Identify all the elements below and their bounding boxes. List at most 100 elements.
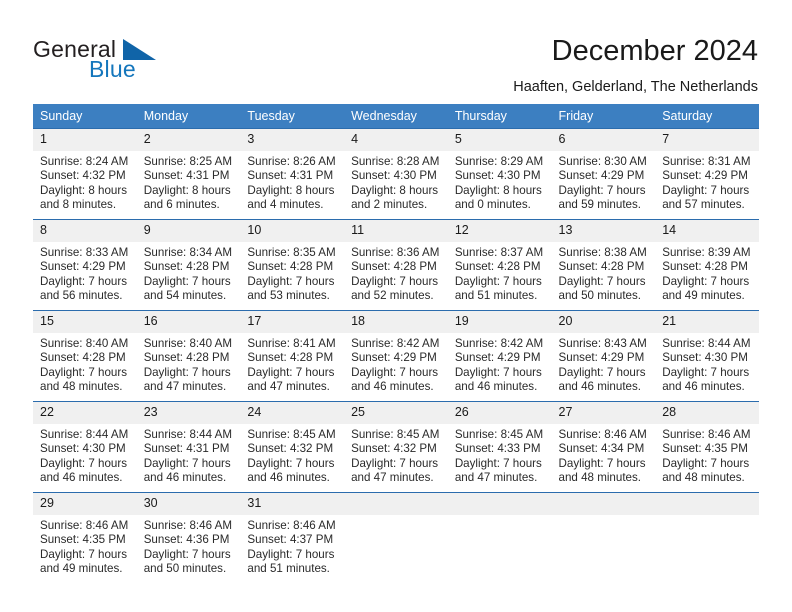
day-details: Sunrise: 8:39 AM Sunset: 4:28 PM Dayligh… — [655, 242, 759, 304]
daylight-text-line1: Daylight: 8 hours — [40, 183, 127, 197]
logo-text-blue: Blue — [89, 56, 136, 82]
calendar-day-cell[interactable]: 12 Sunrise: 8:37 AM Sunset: 4:28 PM Dayl… — [447, 219, 552, 311]
daylight-text-line1: Daylight: 7 hours — [247, 547, 335, 561]
daylight-text-line1: Daylight: 7 hours — [558, 365, 646, 379]
sunset-text: Sunset: 4:35 PM — [40, 533, 126, 547]
calendar-day-cell[interactable]: 17 Sunrise: 8:41 AM Sunset: 4:28 PM Dayl… — [240, 310, 345, 402]
day-details: Sunrise: 8:31 AM Sunset: 4:29 PM Dayligh… — [655, 151, 759, 213]
sunrise-text: Sunrise: 8:38 AM — [558, 246, 647, 259]
calendar-day-cell[interactable]: 15 Sunrise: 8:40 AM Sunset: 4:28 PM Dayl… — [33, 310, 137, 402]
sunrise-text: Sunrise: 8:46 AM — [558, 428, 647, 441]
sunset-text: Sunset: 4:35 PM — [662, 442, 748, 456]
day-details: Sunrise: 8:45 AM Sunset: 4:33 PM Dayligh… — [448, 424, 552, 486]
day-number: 14 — [655, 220, 759, 242]
calendar-page: General Blue December 2024 Haaften, Geld… — [0, 0, 792, 612]
daylight-text-line2: and 47 minutes. — [143, 380, 227, 394]
calendar-day-cell[interactable]: 8 Sunrise: 8:33 AM Sunset: 4:29 PM Dayli… — [33, 219, 137, 311]
calendar-day-cell[interactable]: 2 Sunrise: 8:25 AM Sunset: 4:31 PM Dayli… — [136, 128, 241, 220]
sunrise-text: Sunrise: 8:39 AM — [662, 246, 751, 259]
page-header: General Blue December 2024 Haaften, Geld… — [0, 0, 792, 98]
calendar-day-cell[interactable]: 21 Sunrise: 8:44 AM Sunset: 4:30 PM Dayl… — [655, 310, 759, 402]
daylight-text-line2: and 49 minutes. — [40, 562, 123, 576]
calendar-day-cell[interactable]: 20 Sunrise: 8:43 AM Sunset: 4:29 PM Dayl… — [551, 310, 656, 402]
daylight-text-line2: and 48 minutes. — [662, 471, 745, 485]
day-details: Sunrise: 8:42 AM Sunset: 4:29 PM Dayligh… — [344, 333, 448, 395]
general-blue-logo[interactable]: General Blue — [33, 36, 243, 90]
weekday-header-saturday: Saturday — [655, 104, 759, 129]
calendar-day-cell[interactable]: 19 Sunrise: 8:42 AM Sunset: 4:29 PM Dayl… — [447, 310, 552, 402]
day-number — [344, 493, 448, 515]
calendar-day-cell[interactable]: 27 Sunrise: 8:46 AM Sunset: 4:34 PM Dayl… — [551, 401, 656, 493]
daylight-text-line1: Daylight: 7 hours — [351, 456, 439, 470]
calendar-day-cell[interactable]: 7 Sunrise: 8:31 AM Sunset: 4:29 PM Dayli… — [655, 128, 759, 220]
calendar-day-cell[interactable]: 30 Sunrise: 8:46 AM Sunset: 4:36 PM Dayl… — [136, 492, 241, 583]
calendar-day-cell[interactable]: 24 Sunrise: 8:45 AM Sunset: 4:32 PM Dayl… — [240, 401, 345, 493]
daylight-text-line1: Daylight: 7 hours — [662, 365, 750, 379]
calendar-day-cell[interactable]: 1 Sunrise: 8:24 AM Sunset: 4:32 PM Dayli… — [33, 128, 137, 220]
calendar-day-cell[interactable]: 3 Sunrise: 8:26 AM Sunset: 4:31 PM Dayli… — [240, 128, 345, 220]
daylight-text-line1: Daylight: 7 hours — [454, 274, 542, 288]
sunrise-text: Sunrise: 8:31 AM — [662, 155, 751, 168]
day-details: Sunrise: 8:38 AM Sunset: 4:28 PM Dayligh… — [552, 242, 656, 304]
day-number: 19 — [447, 311, 552, 333]
calendar-day-cell[interactable]: 18 Sunrise: 8:42 AM Sunset: 4:29 PM Dayl… — [344, 310, 448, 402]
daylight-text-line2: and 50 minutes. — [558, 289, 642, 303]
daylight-text-line2: and 0 minutes. — [454, 198, 531, 212]
day-number: 27 — [551, 402, 656, 424]
sunset-text: Sunset: 4:30 PM — [454, 169, 541, 183]
daylight-text-line1: Daylight: 7 hours — [351, 274, 439, 288]
daylight-text-line1: Daylight: 7 hours — [247, 365, 335, 379]
calendar-day-cell[interactable]: 28 Sunrise: 8:46 AM Sunset: 4:35 PM Dayl… — [655, 401, 759, 493]
weekday-header-sunday: Sunday — [33, 104, 137, 129]
daylight-text-line2: and 47 minutes. — [247, 380, 330, 394]
calendar-day-cell[interactable]: 25 Sunrise: 8:45 AM Sunset: 4:32 PM Dayl… — [344, 401, 448, 493]
day-details: Sunrise: 8:28 AM Sunset: 4:30 PM Dayligh… — [344, 151, 448, 213]
calendar-day-cell[interactable]: 16 Sunrise: 8:40 AM Sunset: 4:28 PM Dayl… — [136, 310, 241, 402]
day-details: Sunrise: 8:46 AM Sunset: 4:36 PM Dayligh… — [137, 515, 241, 577]
daylight-text-line1: Daylight: 7 hours — [40, 547, 127, 561]
sunrise-text: Sunrise: 8:25 AM — [143, 155, 232, 168]
daylight-text-line2: and 4 minutes. — [247, 198, 324, 212]
calendar-day-cell[interactable]: 6 Sunrise: 8:30 AM Sunset: 4:29 PM Dayli… — [551, 128, 656, 220]
calendar-day-cell[interactable]: 23 Sunrise: 8:44 AM Sunset: 4:31 PM Dayl… — [136, 401, 241, 493]
daylight-text-line2: and 47 minutes. — [351, 471, 434, 485]
calendar-day-cell-empty — [447, 492, 552, 583]
daylight-text-line2: and 56 minutes. — [40, 289, 123, 303]
calendar-day-cell[interactable]: 5 Sunrise: 8:29 AM Sunset: 4:30 PM Dayli… — [447, 128, 552, 220]
calendar-week-row: 1 Sunrise: 8:24 AM Sunset: 4:32 PM Dayli… — [33, 128, 759, 220]
calendar-day-cell[interactable]: 29 Sunrise: 8:46 AM Sunset: 4:35 PM Dayl… — [33, 492, 137, 583]
sunrise-text: Sunrise: 8:40 AM — [143, 337, 232, 350]
daylight-text-line1: Daylight: 8 hours — [454, 183, 542, 197]
day-details: Sunrise: 8:33 AM Sunset: 4:29 PM Dayligh… — [33, 242, 137, 304]
calendar-day-cell[interactable]: 26 Sunrise: 8:45 AM Sunset: 4:33 PM Dayl… — [447, 401, 552, 493]
sunrise-text: Sunrise: 8:36 AM — [351, 246, 440, 259]
calendar-day-cell[interactable]: 11 Sunrise: 8:36 AM Sunset: 4:28 PM Dayl… — [344, 219, 448, 311]
sunset-text: Sunset: 4:32 PM — [247, 442, 334, 456]
sunrise-text: Sunrise: 8:28 AM — [351, 155, 440, 168]
calendar-day-cell[interactable]: 14 Sunrise: 8:39 AM Sunset: 4:28 PM Dayl… — [655, 219, 759, 311]
day-number: 21 — [655, 311, 759, 333]
calendar-day-cell[interactable]: 22 Sunrise: 8:44 AM Sunset: 4:30 PM Dayl… — [33, 401, 137, 493]
day-number: 26 — [447, 402, 552, 424]
weekday-header-monday: Monday — [136, 104, 241, 129]
calendar-body: 1 Sunrise: 8:24 AM Sunset: 4:32 PM Dayli… — [33, 128, 759, 583]
calendar-day-cell[interactable]: 9 Sunrise: 8:34 AM Sunset: 4:28 PM Dayli… — [136, 219, 241, 311]
calendar-day-cell[interactable]: 4 Sunrise: 8:28 AM Sunset: 4:30 PM Dayli… — [344, 128, 448, 220]
calendar-week-row: 8 Sunrise: 8:33 AM Sunset: 4:29 PM Dayli… — [33, 219, 759, 311]
calendar-day-cell[interactable]: 13 Sunrise: 8:38 AM Sunset: 4:28 PM Dayl… — [551, 219, 656, 311]
daylight-text-line1: Daylight: 7 hours — [558, 456, 646, 470]
sunset-text: Sunset: 4:32 PM — [40, 169, 126, 183]
day-number: 22 — [33, 402, 137, 424]
sunrise-text: Sunrise: 8:46 AM — [143, 519, 232, 532]
day-number: 16 — [136, 311, 241, 333]
daylight-text-line2: and 46 minutes. — [558, 380, 642, 394]
sunrise-text: Sunrise: 8:46 AM — [662, 428, 751, 441]
day-number: 7 — [655, 129, 759, 151]
calendar-day-cell[interactable]: 31 Sunrise: 8:46 AM Sunset: 4:37 PM Dayl… — [240, 492, 345, 583]
day-details: Sunrise: 8:44 AM Sunset: 4:30 PM Dayligh… — [33, 424, 137, 486]
day-number: 5 — [447, 129, 552, 151]
sunset-text: Sunset: 4:30 PM — [662, 351, 748, 365]
daylight-text-line1: Daylight: 7 hours — [40, 456, 127, 470]
day-details: Sunrise: 8:30 AM Sunset: 4:29 PM Dayligh… — [552, 151, 656, 213]
calendar-day-cell[interactable]: 10 Sunrise: 8:35 AM Sunset: 4:28 PM Dayl… — [240, 219, 345, 311]
